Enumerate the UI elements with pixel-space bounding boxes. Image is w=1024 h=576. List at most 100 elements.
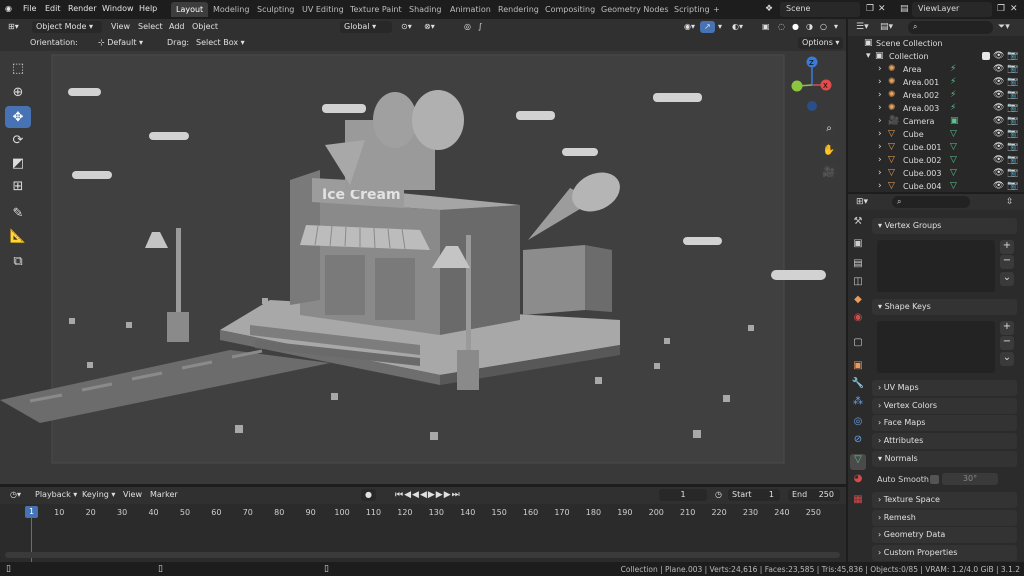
scene-tab-icon[interactable]: ◆ bbox=[850, 294, 866, 310]
tab-shading[interactable]: Shading bbox=[404, 2, 447, 17]
light-data-icon[interactable]: ⚡ bbox=[950, 103, 956, 113]
light-data-icon[interactable]: ⚡ bbox=[950, 90, 956, 100]
menu-help[interactable]: Help bbox=[139, 4, 157, 13]
render-visibility-icon[interactable]: 📷 bbox=[1007, 168, 1018, 178]
close-view-layer-icon[interactable]: ✕ bbox=[1010, 4, 1018, 14]
collection-tab-icon[interactable]: ▢ bbox=[850, 337, 866, 353]
record-icon[interactable]: ● bbox=[361, 489, 376, 501]
outliner-item[interactable]: › ✺ Area ⚡ 👁 📷 bbox=[848, 63, 1024, 76]
expand-arrow-icon[interactable]: › bbox=[878, 77, 882, 87]
outliner-item[interactable]: › ▽ Cube ▽ 👁 📷 bbox=[848, 128, 1024, 141]
outliner-search-input[interactable]: ⌕ bbox=[908, 21, 993, 34]
render-visibility-icon[interactable]: 📷 bbox=[1007, 64, 1018, 74]
view-layer-icon[interactable]: ▤ bbox=[900, 4, 909, 14]
end-frame-field[interactable]: End 250 bbox=[788, 489, 840, 501]
visibility-icon[interactable]: 👁 bbox=[993, 142, 1004, 152]
outliner-item[interactable]: › ▽ Cube.003 ▽ 👁 📷 bbox=[848, 167, 1024, 180]
copy-icon[interactable]: ❐ bbox=[866, 4, 874, 14]
tab-geometry-nodes[interactable]: Geometry Nodes bbox=[596, 2, 673, 17]
menu-select[interactable]: Select bbox=[134, 21, 167, 33]
particles-tab-icon[interactable]: ⁂ bbox=[850, 396, 866, 412]
timeline-editor-icon[interactable]: ◷▾ bbox=[6, 489, 25, 501]
object-tab-icon[interactable]: ▣ bbox=[850, 360, 866, 376]
panel-shape-keys[interactable]: ▾ Shape Keys bbox=[872, 299, 1017, 315]
transform-icon[interactable]: ⊞ bbox=[5, 175, 31, 197]
blender-logo-icon[interactable]: ◉ bbox=[5, 4, 12, 13]
playback-controls-icon[interactable]: ⏮◀◀◀▶▶▶⏭ bbox=[391, 489, 465, 501]
editor-type-icon[interactable]: ⊞▾ bbox=[4, 21, 23, 33]
light-data-icon[interactable]: ⚡ bbox=[950, 77, 956, 87]
outliner-item[interactable]: › ▽ Cube.002 ▽ 👁 📷 bbox=[848, 154, 1024, 167]
panel-texture-space[interactable]: › Texture Space bbox=[872, 492, 1017, 508]
tab-uv-editing[interactable]: UV Editing bbox=[297, 2, 349, 17]
texture-tab-icon[interactable]: ▦ bbox=[850, 494, 866, 510]
navigation-gizmo[interactable]: X Z bbox=[791, 56, 832, 112]
expand-arrow-icon[interactable]: › bbox=[878, 142, 882, 152]
outliner-item[interactable]: › ✺ Area.002 ⚡ 👁 📷 bbox=[848, 89, 1024, 102]
options-button[interactable]: Options ▾ bbox=[798, 37, 844, 49]
view-layer-selector[interactable]: ViewLayer bbox=[912, 2, 992, 17]
render-visibility-icon[interactable]: 📷 bbox=[1007, 142, 1018, 152]
mesh-data-icon[interactable]: ▽ bbox=[950, 129, 957, 139]
panel-geometry-data[interactable]: › Geometry Data bbox=[872, 527, 1017, 543]
scale-icon[interactable]: ◩ bbox=[5, 152, 31, 174]
expand-arrow-icon[interactable]: › bbox=[878, 168, 882, 178]
render-visibility-icon[interactable]: 📷 bbox=[1007, 155, 1018, 165]
select-box-icon[interactable]: ⬚ bbox=[5, 57, 31, 79]
shape-key-menu-button[interactable]: ⌄ bbox=[1000, 352, 1014, 366]
outliner-item[interactable]: › ✺ Area.001 ⚡ 👁 📷 bbox=[848, 76, 1024, 89]
3d-viewport[interactable]: Ice Cream X Z ⌕ ✋ 🎥 bbox=[0, 51, 846, 484]
expand-arrow-icon[interactable]: › bbox=[878, 103, 882, 113]
rendered-shading-icon[interactable]: ○ bbox=[816, 21, 831, 33]
modifier-tab-icon[interactable]: 🔧 bbox=[850, 378, 866, 394]
gizmo-dropdown-icon[interactable]: ▾ bbox=[714, 21, 726, 33]
outliner-item[interactable]: › ▽ Cube.004 ▽ 👁 📷 bbox=[848, 180, 1024, 193]
properties-search-input[interactable]: ⌕ bbox=[892, 196, 970, 208]
render-visibility-icon[interactable]: 📷 bbox=[1007, 77, 1018, 87]
start-frame-field[interactable]: Start 1 bbox=[728, 489, 780, 501]
panel-vertex-groups[interactable]: ▾ Vertex Groups bbox=[872, 218, 1017, 234]
outliner-item[interactable]: › ✺ Area.003 ⚡ 👁 📷 bbox=[848, 102, 1024, 115]
collapse-arrow-icon[interactable]: ▾ bbox=[866, 51, 871, 61]
close-icon[interactable]: ✕ bbox=[878, 4, 886, 14]
menu-marker[interactable]: Marker bbox=[146, 489, 182, 501]
overlay-icon[interactable]: ◐▾ bbox=[728, 21, 747, 33]
light-data-icon[interactable]: ⚡ bbox=[950, 64, 956, 74]
visibility-icon[interactable]: 👁 bbox=[993, 64, 1004, 74]
properties-editor-icon[interactable]: ⊞▾ bbox=[856, 197, 868, 207]
gizmo-toggle-icon[interactable]: ↗ bbox=[700, 21, 715, 33]
tab-layout[interactable]: Layout bbox=[171, 2, 209, 17]
collection-visibility-icon[interactable]: 👁 bbox=[993, 51, 1004, 61]
mode-selector[interactable]: Object Mode ▾ bbox=[32, 21, 102, 33]
menu-playback[interactable]: Playback ▾ bbox=[31, 489, 81, 501]
annotate-icon[interactable]: ✎ bbox=[5, 202, 31, 224]
rotate-icon[interactable]: ⟳ bbox=[5, 129, 31, 151]
panel-vertex-colors[interactable]: › Vertex Colors bbox=[872, 398, 1017, 414]
visibility-icon[interactable]: 👁 bbox=[993, 181, 1004, 191]
exclude-checkbox[interactable] bbox=[982, 52, 990, 60]
render-visibility-icon[interactable]: 📷 bbox=[1007, 90, 1018, 100]
expand-arrow-icon[interactable]: › bbox=[878, 116, 882, 126]
timeline-scrollbar[interactable] bbox=[5, 552, 840, 558]
solid-shading-icon[interactable]: ● bbox=[788, 21, 803, 33]
remove-vertex-group-button[interactable]: − bbox=[1000, 255, 1014, 269]
cursor-icon[interactable]: ⊕ bbox=[5, 81, 31, 103]
tab-compositing[interactable]: Compositing bbox=[540, 2, 600, 17]
view-layer-tab-icon[interactable]: ◫ bbox=[850, 276, 866, 292]
visibility-icon[interactable]: 👁 bbox=[993, 129, 1004, 139]
panel-face-maps[interactable]: › Face Maps bbox=[872, 415, 1017, 431]
falloff-icon[interactable]: ∫ bbox=[474, 21, 486, 33]
constraints-tab-icon[interactable]: ⊘ bbox=[850, 434, 866, 450]
tab-rendering[interactable]: Rendering bbox=[493, 2, 544, 17]
physics-tab-icon[interactable]: ◎ bbox=[850, 416, 866, 432]
tab-sculpting[interactable]: Sculpting bbox=[252, 2, 299, 17]
current-frame-field[interactable]: 1 bbox=[659, 489, 707, 501]
outliner-item[interactable]: › ▽ Cube.001 ▽ 👁 📷 bbox=[848, 141, 1024, 154]
transform-orientation-selector[interactable]: Global ▾ bbox=[340, 21, 392, 33]
mesh-data-tab-icon[interactable]: ▽ bbox=[850, 454, 866, 470]
render-tab-icon[interactable]: ▣ bbox=[850, 238, 866, 254]
wireframe-shading-icon[interactable]: ◌ bbox=[774, 21, 789, 33]
outliner-scene-collection[interactable]: ▣ Scene Collection bbox=[848, 37, 1024, 50]
collection-render-icon[interactable]: 📷 bbox=[1007, 51, 1018, 61]
clock-icon[interactable]: ◷ bbox=[711, 489, 726, 501]
